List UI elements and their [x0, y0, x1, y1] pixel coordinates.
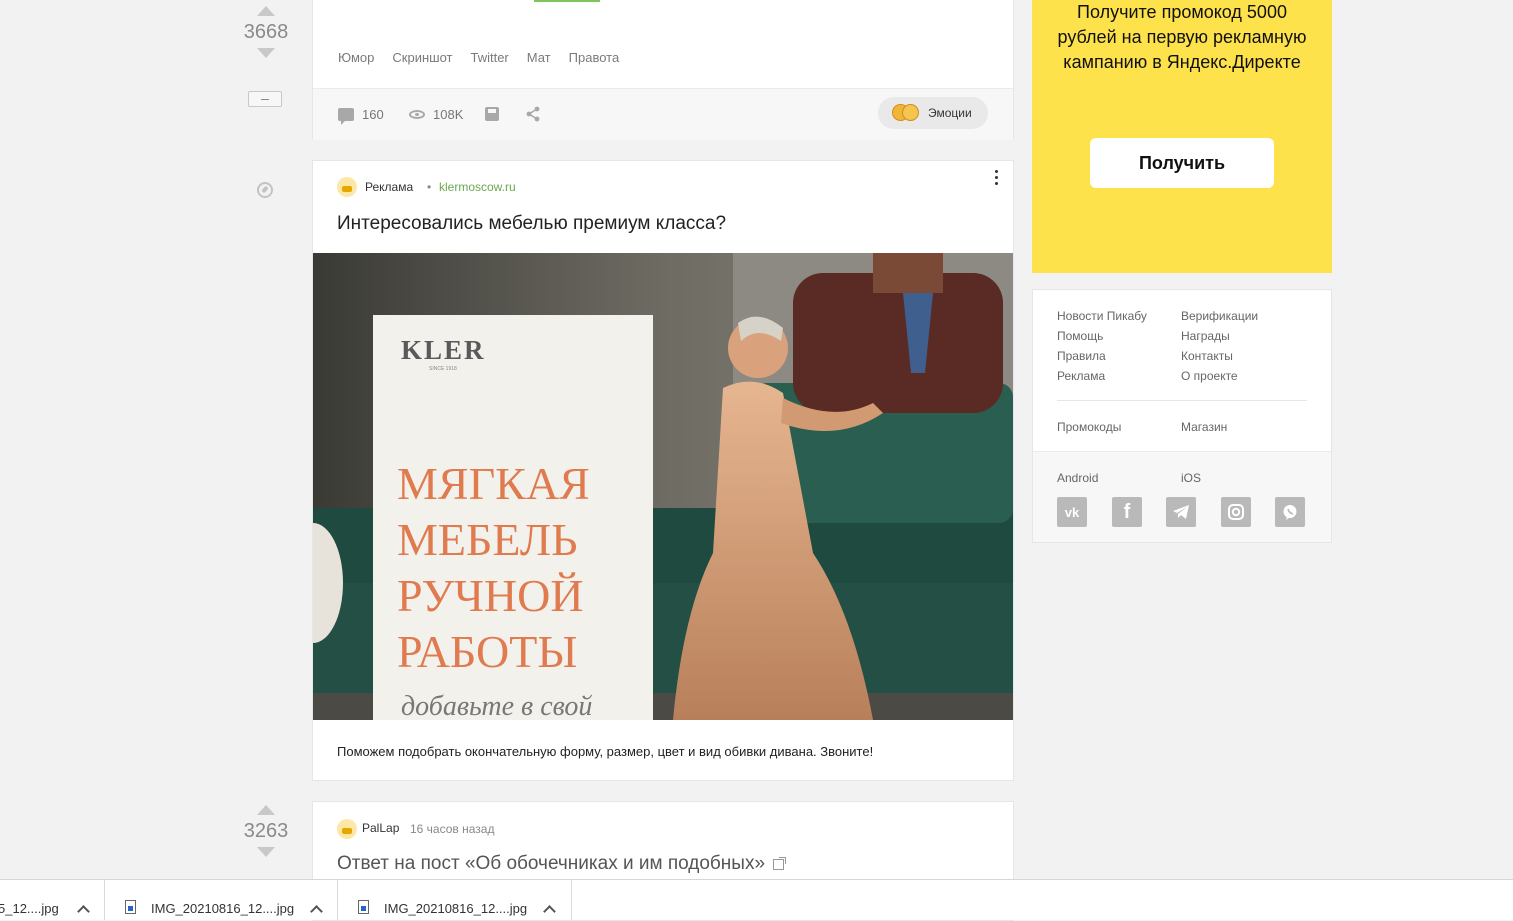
link-promocodes[interactable]: Промокоды — [1057, 420, 1121, 434]
post2-vote: 3263 — [236, 805, 296, 857]
save-icon[interactable] — [485, 107, 499, 121]
tag-link[interactable]: Юмор — [338, 50, 374, 65]
downloads-bar: 5_12....jpg IMG_20210816_12....jpg IMG_2… — [0, 879, 1513, 920]
link-shop[interactable]: Магазин — [1181, 420, 1227, 434]
ad-image-illustration: KLER SINCE 1918 МЯГКАЯ МЕБЕЛЬ РУЧНОЙ РАБ… — [313, 253, 1013, 720]
chevron-up-icon[interactable] — [77, 905, 90, 918]
link-rules[interactable]: Правила — [1057, 349, 1106, 363]
post1-vote: 3668 — [236, 6, 296, 58]
ad-card: Реклама • klermoscow.ru Интересовались м… — [312, 160, 1014, 781]
ad-headline-line: МЯГКАЯ — [397, 458, 590, 509]
download-item[interactable]: IMG_20210816_12....jpg — [338, 880, 572, 920]
post1-rating: 3668 — [243, 21, 289, 43]
download-filename: IMG_20210816_12....jpg — [151, 901, 295, 916]
post2-rating: 3263 — [243, 820, 289, 842]
telegram-icon[interactable] — [1166, 497, 1196, 527]
tag-link[interactable]: Twitter — [470, 50, 508, 65]
link-about[interactable]: О проекте — [1181, 369, 1238, 383]
ad-script-line: добавьте в свой — [401, 691, 592, 720]
post-title-text[interactable]: Ответ на пост «Об обочечниках и им подоб… — [337, 853, 765, 875]
emotions-label: Эмоции — [928, 106, 972, 120]
ad-label: Реклама — [365, 180, 414, 194]
link-contacts[interactable]: Контакты — [1181, 349, 1233, 363]
ad-headline-line: МЕБЕЛЬ — [397, 514, 578, 565]
link-android[interactable]: Android — [1057, 471, 1098, 485]
divider — [1057, 400, 1307, 401]
link-help[interactable]: Помощь — [1057, 329, 1103, 343]
more-options-icon[interactable] — [993, 170, 999, 188]
collapse-button[interactable] — [248, 91, 282, 107]
tag-link[interactable]: Мат — [527, 50, 551, 65]
comments-count: 160 — [362, 107, 384, 122]
eye-icon — [409, 110, 425, 119]
link-ios[interactable]: iOS — [1181, 471, 1201, 485]
compass-icon — [257, 182, 273, 198]
download-filename: IMG_20210816_12....jpg — [384, 901, 528, 916]
promo-text: Получите промокод 5000 рублей на первую … — [1032, 0, 1332, 75]
ad-description: Поможем подобрать окончательную форму, р… — [337, 744, 874, 759]
download-item[interactable]: 5_12....jpg — [0, 880, 105, 920]
ad-headline-line: РУЧНОЙ — [397, 570, 584, 621]
promo-text-line: рублей на первую рекламную — [1057, 27, 1307, 47]
ad-image[interactable]: KLER SINCE 1918 МЯГКАЯ МЕБЕЛЬ РУЧНОЙ РАБ… — [313, 253, 1013, 720]
post-time: 16 часов назад — [410, 822, 495, 836]
ad-avatar — [337, 177, 357, 197]
ad-brand-logo: KLER — [401, 335, 486, 365]
ad-title[interactable]: Интересовались мебелью премиум класса? — [337, 213, 726, 235]
chevron-up-icon[interactable] — [543, 905, 556, 918]
link-verification[interactable]: Верификации — [1181, 309, 1258, 323]
downvote-icon[interactable] — [257, 48, 275, 58]
comment-icon — [338, 108, 354, 125]
emotion-faces-icon — [892, 104, 920, 122]
ad-headline-line: РАБОТЫ — [397, 626, 577, 677]
link-ads[interactable]: Реклама — [1057, 369, 1105, 383]
separator-dot: • — [427, 180, 432, 194]
promo-text-line: кампанию в Яндекс.Директе — [1063, 52, 1301, 72]
upvote-icon[interactable] — [257, 6, 275, 16]
promo-banner[interactable]: Получите промокод 5000 рублей на первую … — [1032, 0, 1332, 273]
comments-button[interactable]: 160 — [338, 107, 384, 125]
emotions-button[interactable]: Эмоции — [878, 97, 988, 129]
download-filename: 5_12....jpg — [0, 901, 59, 916]
post-title[interactable]: Ответ на пост «Об обочечниках и им подоб… — [337, 853, 787, 875]
external-link-icon[interactable] — [773, 856, 787, 870]
link-news[interactable]: Новости Пикабу — [1057, 309, 1147, 323]
views-stat: 108K — [409, 107, 463, 122]
chevron-up-icon[interactable] — [310, 905, 323, 918]
share-icon[interactable] — [525, 106, 541, 122]
author-name[interactable]: PalLap — [362, 821, 399, 835]
download-item[interactable]: IMG_20210816_12....jpg — [105, 880, 338, 920]
views-count: 108K — [433, 107, 464, 122]
link-awards[interactable]: Награды — [1181, 329, 1230, 343]
post-tags: Юмор Скриншот Twitter Мат Правота — [338, 50, 619, 65]
image-file-icon — [358, 900, 369, 914]
footer-links: Новости Пикабу Помощь Правила Реклама Ве… — [1032, 289, 1332, 543]
ad-brand-sub: SINCE 1918 — [429, 366, 457, 372]
post-image-bar — [534, 0, 600, 2]
downvote-icon[interactable] — [257, 847, 275, 857]
promo-text-line: Получите промокод 5000 — [1077, 2, 1287, 22]
post-footer: 160 108K Эмоции — [313, 88, 1013, 140]
instagram-icon[interactable] — [1221, 497, 1251, 527]
post-card: Юмор Скриншот Twitter Мат Правота 160 10… — [312, 0, 1014, 140]
upvote-icon[interactable] — [257, 805, 275, 815]
image-file-icon — [125, 900, 136, 914]
tag-link[interactable]: Правота — [569, 50, 620, 65]
author-avatar[interactable] — [337, 819, 357, 839]
get-promo-button[interactable]: Получить — [1090, 138, 1274, 188]
viber-icon[interactable] — [1275, 497, 1305, 527]
ad-domain-link[interactable]: klermoscow.ru — [439, 180, 516, 194]
tag-link[interactable]: Скриншот — [392, 50, 452, 65]
vk-icon[interactable]: vk — [1057, 497, 1087, 527]
facebook-icon[interactable]: f — [1112, 497, 1142, 527]
